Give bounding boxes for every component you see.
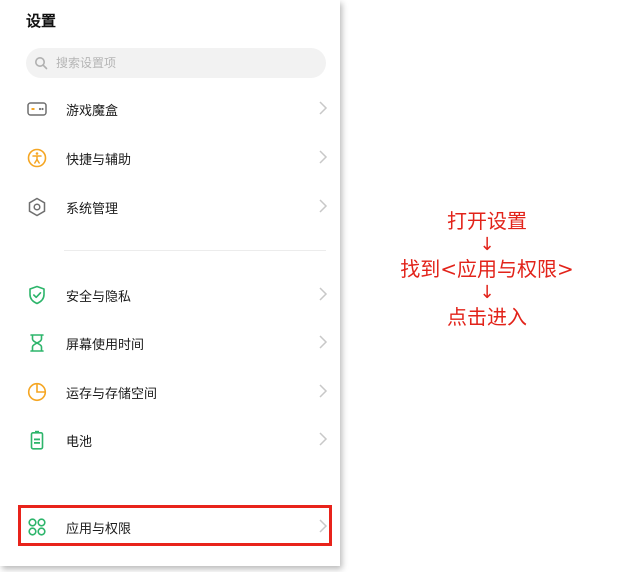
menu-item-label: 运存与存储空间: [66, 386, 158, 402]
menu-item-label: 游戏魔盒: [66, 103, 119, 119]
chevron-right-icon: [319, 150, 328, 164]
menu-item-label: 系统管理: [66, 201, 119, 217]
menu-item-battery[interactable]: 电池: [26, 420, 332, 460]
highlight-box: [18, 505, 332, 546]
chevron-right-icon: [319, 287, 328, 301]
hourglass-icon: [26, 332, 48, 354]
shield-check-icon: [26, 284, 48, 306]
menu-item-memory-storage[interactable]: 运存与存储空间: [26, 372, 332, 412]
chevron-right-icon: [319, 101, 328, 115]
search-bar[interactable]: [26, 48, 326, 78]
menu-item-security-privacy[interactable]: 安全与隐私: [26, 275, 332, 315]
instruction-step-2: 找到<应用与权限>: [400, 257, 574, 281]
down-arrow-icon: ↓: [479, 234, 495, 255]
accessibility-icon: [26, 147, 48, 169]
menu-item-system-management[interactable]: 系统管理: [26, 187, 332, 227]
hexagon-settings-icon: [26, 196, 48, 218]
menu-item-shortcuts-accessibility[interactable]: 快捷与辅助: [26, 138, 332, 178]
phone-screen: 设置 游戏魔盒: [0, 0, 340, 566]
down-arrow-icon: ↓: [479, 282, 495, 303]
instruction-step-3: 点击进入: [447, 305, 527, 329]
pie-chart-icon: [26, 381, 48, 403]
chevron-right-icon: [319, 384, 328, 398]
menu-item-label: 安全与隐私: [66, 289, 132, 305]
page-title: 设置: [26, 12, 57, 30]
menu-item-game-box[interactable]: 游戏魔盒: [26, 89, 332, 129]
search-icon: [35, 57, 48, 70]
menu-item-label: 快捷与辅助: [66, 152, 132, 168]
instruction-steps: 打开设置 ↓ 找到<应用与权限> ↓ 点击进入: [380, 208, 594, 330]
section-divider: [64, 250, 326, 251]
gamepad-icon: [26, 98, 48, 120]
battery-icon: [26, 429, 48, 451]
menu-item-label: 电池: [66, 434, 93, 450]
chevron-right-icon: [319, 432, 328, 446]
chevron-right-icon: [319, 335, 328, 349]
search-input[interactable]: [54, 55, 308, 71]
menu-item-label: 屏幕使用时间: [66, 337, 145, 353]
chevron-right-icon: [319, 199, 328, 213]
menu-item-screen-time[interactable]: 屏幕使用时间: [26, 323, 332, 363]
instruction-step-1: 打开设置: [447, 209, 527, 233]
